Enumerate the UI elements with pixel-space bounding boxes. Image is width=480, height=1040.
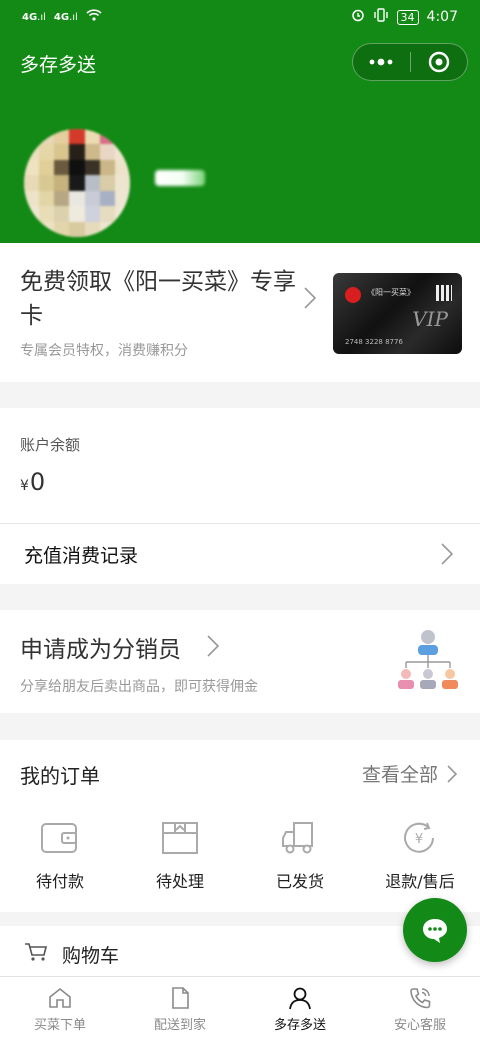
app-title: 多存多送 — [20, 54, 97, 76]
close-miniprogram-button[interactable] — [411, 44, 468, 80]
order-shipped[interactable]: 已发货 — [240, 820, 360, 900]
card-vip-mark: VIP — [412, 307, 448, 331]
signal-icon: 4G.ıl — [22, 11, 46, 23]
network-2: 4G — [53, 11, 70, 23]
wifi-icon — [86, 9, 102, 25]
network-1: 4G — [22, 11, 38, 23]
distributor-card[interactable]: 申请成为分销员 分享给朋友后卖出商品，即可获得佣金 — [0, 610, 480, 713]
chevron-right-icon — [207, 635, 220, 657]
tab-customer-service[interactable]: 安心客服 — [360, 977, 480, 1040]
tab-delivery[interactable]: 配送到家 — [120, 977, 240, 1040]
target-close-icon — [428, 51, 449, 73]
alarm-icon — [351, 8, 365, 26]
balance-card: 账户余额 ¥0 充值消费记录 — [0, 408, 480, 584]
order-status-list: 待付款 待处理 已发货 ¥ 退款/售后 — [0, 820, 480, 900]
document-icon — [172, 987, 189, 1009]
svg-text:¥: ¥ — [415, 832, 423, 847]
member-card-promo[interactable]: 免费领取《阳一买菜》专享卡 专属会员特权，消费赚积分 《阳一买菜》 VIP 27… — [0, 243, 480, 382]
vip-card-image: 《阳一买菜》 VIP 2748 3228 8776 — [333, 273, 462, 354]
recharge-records-row[interactable]: 充值消费记录 — [0, 524, 480, 584]
distributor-subtitle: 分享给朋友后卖出商品，即可获得佣金 — [20, 679, 258, 695]
more-dots-icon — [369, 58, 393, 66]
card-number: 2748 3228 8776 — [345, 338, 403, 346]
org-chart-icon — [398, 630, 458, 689]
bottom-tab-bar: 买菜下单 配送到家 多存多送 安心客服 — [0, 976, 480, 1040]
signal-icon: 4G.ıl — [53, 11, 78, 23]
clock-time: 4:07 — [426, 9, 458, 25]
wallet-icon — [41, 823, 77, 853]
tab-label: 多存多送 — [273, 1018, 326, 1033]
order-processing[interactable]: 待处理 — [120, 820, 240, 900]
order-status-label: 待处理 — [155, 872, 204, 891]
tab-label: 买菜下单 — [33, 1018, 86, 1033]
order-status-label: 已发货 — [275, 872, 324, 891]
home-icon — [49, 987, 71, 1008]
view-all-label: 查看全部 — [361, 764, 438, 786]
tab-label: 配送到家 — [153, 1018, 206, 1033]
promo-subtitle: 专属会员特权，消费赚积分 — [20, 343, 188, 359]
customer-chat-button[interactable] — [403, 898, 467, 962]
miniprogram-capsule — [352, 43, 468, 81]
chevron-right-icon — [447, 764, 458, 783]
orders-title: 我的订单 — [20, 764, 100, 788]
nickname-redacted — [155, 170, 205, 186]
promo-title: 免费领取《阳一买菜》专享卡 — [20, 269, 296, 329]
order-pending-payment[interactable]: 待付款 — [0, 820, 120, 900]
truck-icon — [282, 822, 313, 854]
balance-amount: 0 — [29, 468, 46, 496]
tab-label: 安心客服 — [393, 1018, 446, 1033]
avatar[interactable] — [24, 129, 130, 237]
more-menu-button[interactable] — [353, 44, 410, 80]
refund-icon: ¥ — [404, 822, 434, 853]
balance-label: 账户余额 — [20, 436, 81, 454]
card-brand-text: 《阳一买菜》 — [367, 288, 415, 297]
cart-icon — [25, 943, 48, 961]
chevron-right-icon — [441, 543, 454, 565]
tab-order-groceries[interactable]: 买菜下单 — [0, 977, 120, 1040]
battery-level: 34 — [396, 9, 419, 25]
status-bar: 4G.ıl 4G.ıl 34 4:07 — [0, 0, 480, 34]
qr-code-icon — [436, 285, 452, 301]
view-all-orders-link[interactable]: 查看全部 — [362, 760, 458, 787]
cart-label: 购物车 — [62, 945, 120, 967]
phone-icon — [410, 988, 431, 1009]
order-refund[interactable]: ¥ 退款/售后 — [360, 820, 480, 900]
user-icon — [289, 987, 311, 1010]
balance-value: ¥0 — [20, 468, 45, 496]
profile-header: 多存多送 — [0, 34, 480, 243]
recharge-records-label: 充值消费记录 — [24, 545, 139, 567]
tab-member[interactable]: 多存多送 — [240, 977, 360, 1040]
chat-bubble-icon — [423, 919, 447, 943]
distributor-title: 申请成为分销员 — [20, 637, 181, 663]
currency-symbol: ¥ — [20, 478, 29, 494]
package-icon — [162, 822, 198, 854]
orders-card: 我的订单 查看全部 待付款 待处理 已发货 ¥ 退款/售后 — [0, 740, 480, 912]
chevron-right-icon — [304, 287, 317, 309]
order-status-label: 退款/售后 — [385, 872, 455, 891]
card-logo-icon — [345, 287, 361, 303]
vibrate-icon — [373, 8, 389, 26]
order-status-label: 待付款 — [35, 872, 84, 891]
